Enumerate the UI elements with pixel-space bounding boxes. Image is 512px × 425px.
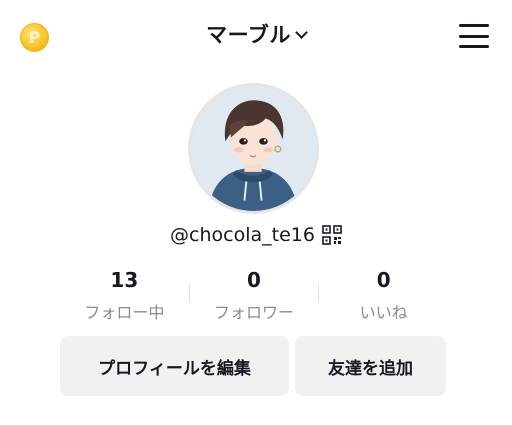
followers-label: フォロワー: [214, 303, 295, 322]
following-count: 13: [110, 268, 139, 292]
following-label: フォロー中: [84, 303, 165, 322]
likes-label: いいね: [359, 303, 408, 322]
stat-likes[interactable]: 0 いいね: [319, 266, 448, 323]
username: @chocola_te16: [170, 224, 315, 246]
add-friends-button[interactable]: 友達を追加: [295, 336, 446, 396]
username-row: @chocola_te16: [0, 224, 512, 246]
followers-count: 0: [247, 268, 261, 292]
likes-count: 0: [376, 268, 391, 292]
profile-stats: 13 フォロー中 0 フォロワー 0 いいね: [60, 266, 448, 322]
stat-following[interactable]: 13 フォロー中: [60, 266, 189, 323]
avatar[interactable]: [188, 83, 319, 214]
account-name: マーブル: [206, 23, 291, 47]
chevron-down-icon: [295, 26, 308, 39]
stat-followers[interactable]: 0 フォロワー: [190, 266, 319, 323]
qr-code-icon[interactable]: [322, 225, 342, 245]
edit-profile-button[interactable]: プロフィールを編集: [60, 336, 289, 396]
avatar-illustration: [191, 86, 316, 211]
account-switcher[interactable]: マーブル: [0, 19, 512, 49]
hamburger-menu-icon[interactable]: [459, 24, 489, 48]
